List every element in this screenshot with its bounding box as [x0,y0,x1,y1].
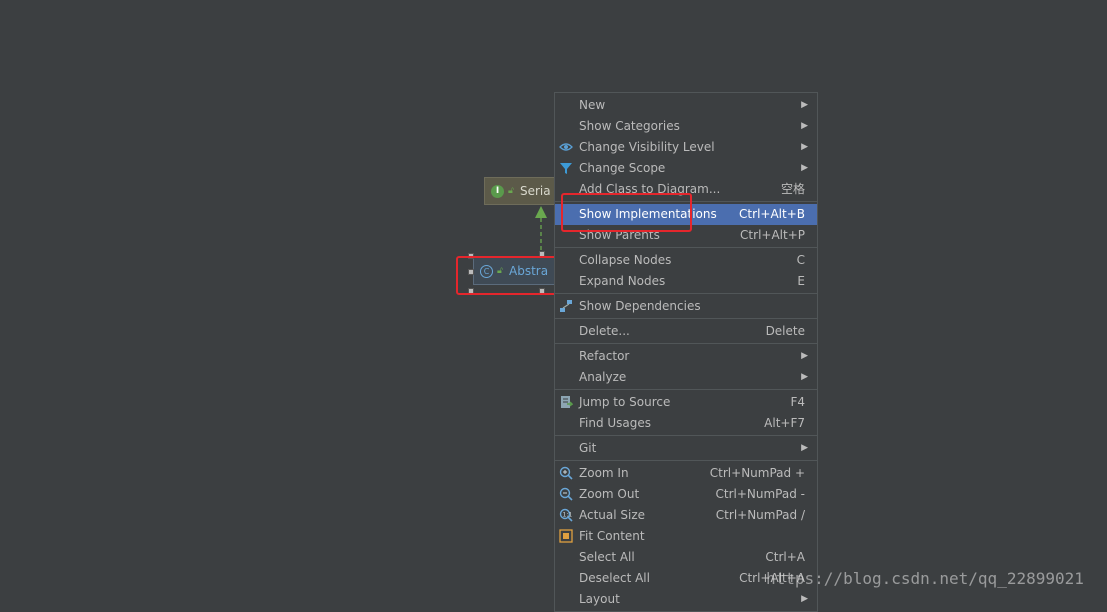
menu-item-label: Layout [579,592,620,606]
menu-separator [555,460,817,461]
menu-item-expand-nodes[interactable]: Expand Nodes E [555,271,817,292]
menu-item-shortcut: Ctrl+NumPad + [709,466,805,480]
submenu-arrow-icon: ▶ [801,142,808,152]
menu-item-shortcut: Ctrl+A [765,550,805,564]
context-menu: New ▶ Show Categories ▶ Change Visibility Le… [554,92,818,612]
menu-item-find-usages[interactable]: Find Usages Alt+F7 [555,413,817,434]
menu-item-select-all[interactable]: Select All Ctrl+A [555,547,817,568]
actual-size-icon: 1:1 [559,508,573,522]
menu-item-fit-content[interactable]: Fit Content [555,526,817,547]
menu-item-label: Expand Nodes [579,274,666,288]
menu-item-label: Refactor [579,349,630,363]
funnel-icon [559,161,573,175]
menu-item-delete[interactable]: Delete... Delete [555,321,817,342]
menu-item-layout[interactable]: Layout ▶ [555,589,817,610]
menu-item-jump-to-source[interactable]: Jump to Source F4 [555,392,817,413]
svg-text:1:1: 1:1 [563,512,573,519]
submenu-arrow-icon: ▶ [801,594,808,604]
menu-item-label: Collapse Nodes [579,253,672,267]
annotation-box-menu-item [561,193,692,232]
menu-item-label: Jump to Source [579,395,671,409]
fit-content-icon [559,529,573,543]
menu-item-shortcut: Ctrl+Alt+B [739,207,805,221]
menu-item-zoom-out[interactable]: Zoom Out Ctrl+NumPad - [555,484,817,505]
menu-item-refactor[interactable]: Refactor ▶ [555,346,817,367]
menu-item-git[interactable]: Git ▶ [555,438,817,459]
submenu-arrow-icon: ▶ [801,163,808,173]
menu-item-label: Zoom In [579,466,629,480]
menu-item-label: Select All [579,550,635,564]
menu-item-show-categories[interactable]: Show Categories ▶ [555,116,817,137]
zoom-out-icon [559,487,573,501]
lock-icon: 🔓︎ [508,185,514,196]
menu-item-zoom-in[interactable]: Zoom In Ctrl+NumPad + [555,463,817,484]
menu-item-label: Show Categories [579,119,680,133]
menu-item-shortcut: F4 [790,395,805,409]
interface-node-serializable[interactable]: I 🔓︎ Seria [484,177,556,205]
eye-filter-icon [559,140,573,154]
menu-separator [555,389,817,390]
dependencies-icon [559,299,573,313]
menu-separator [555,318,817,319]
menu-item-label: Change Visibility Level [579,140,715,154]
menu-item-collapse-nodes[interactable]: Collapse Nodes C [555,250,817,271]
menu-item-label: Analyze [579,370,627,384]
submenu-arrow-icon: ▶ [801,443,808,453]
menu-item-label: Find Usages [579,416,652,430]
menu-item-shortcut: Ctrl+Alt+P [740,228,805,242]
menu-separator [555,435,817,436]
submenu-arrow-icon: ▶ [801,351,808,361]
menu-item-label: Change Scope [579,161,666,175]
menu-item-change-scope[interactable]: Change Scope ▶ [555,158,817,179]
menu-item-new[interactable]: New ▶ [555,95,817,116]
node-label: Seria [520,184,551,198]
menu-item-change-visibility-level[interactable]: Change Visibility Level ▶ [555,137,817,158]
menu-item-show-dependencies[interactable]: Show Dependencies [555,296,817,317]
interface-icon: I [491,184,504,198]
submenu-arrow-icon: ▶ [801,100,808,110]
menu-item-label: Actual Size [579,508,646,522]
watermark: https://blog.csdn.net/qq_22899021 [766,569,1084,588]
menu-separator [555,293,817,294]
submenu-arrow-icon: ▶ [801,121,808,131]
menu-item-shortcut: Alt+F7 [764,416,805,430]
annotation-box-node [456,256,559,295]
menu-item-shortcut: Ctrl+NumPad - [715,487,806,501]
menu-separator [555,247,817,248]
menu-item-label: Show Dependencies [579,299,701,313]
menu-item-analyze[interactable]: Analyze ▶ [555,367,817,388]
menu-item-label: Git [579,441,597,455]
zoom-in-icon [559,466,573,480]
menu-item-shortcut: C [796,253,805,267]
menu-item-label: New [579,98,606,112]
menu-item-shortcut: 空格 [780,182,805,196]
menu-item-shortcut: E [797,274,805,288]
menu-item-label: Fit Content [579,529,645,543]
menu-item-actual-size[interactable]: 1:1 Actual Size Ctrl+NumPad / [555,505,817,526]
menu-item-label: Delete... [579,324,630,338]
menu-item-shortcut: Ctrl+NumPad / [715,508,805,522]
menu-separator [555,343,817,344]
menu-item-label: Deselect All [579,571,650,585]
jump-source-icon [559,395,574,409]
submenu-arrow-icon: ▶ [801,372,808,382]
menu-item-shortcut: Delete [765,324,805,338]
menu-item-label: Zoom Out [579,487,640,501]
